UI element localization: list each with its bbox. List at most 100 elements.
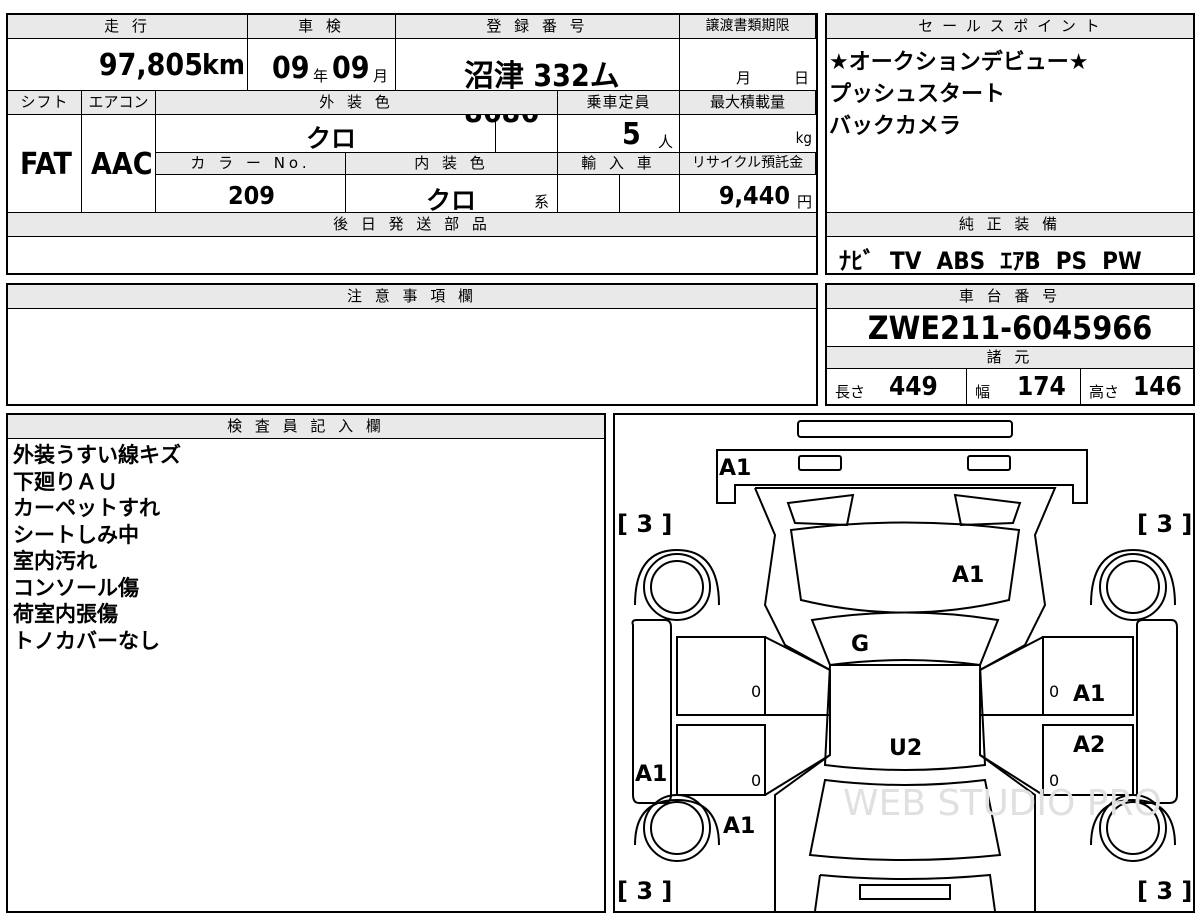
specs-header: 諸 元 [827, 347, 1193, 369]
exterior-color-header: 外 装 色 [156, 91, 558, 115]
inspector-note-item: コンソール傷 [13, 575, 139, 600]
spec-width-cell: 幅 174 [967, 369, 1081, 404]
inspector-note-item: カーペットすれ [13, 496, 160, 520]
inspector-notes-list: 外装うすい線キズ 下廻りＡＵ カーペットすれ シートしみ中 室内汚れ コンソール傷 荷室内張… [13, 442, 181, 654]
ac-header: エアコン [82, 91, 156, 115]
inspection-month-unit: 月 [373, 67, 389, 85]
color-no-header: カ ラ ー No. [156, 153, 346, 175]
inspector-header: 検 査 員 記 入 欄 [8, 415, 604, 439]
equipment-value: ﾅﾋﾞ TV ABS ｴｱB PS PW [839, 247, 1142, 275]
zero-left-rear: 0 [751, 771, 761, 790]
recycle-value: 9,440 [718, 181, 790, 210]
diagram-watermark: WEB STUDIO PRO [843, 783, 1162, 824]
inspector-note-item: 下廻りＡＵ [13, 469, 118, 494]
capacity-header: 乗車定員 [558, 91, 680, 115]
inspector-block: 検 査 員 記 入 欄 外装うすい線キズ 下廻りＡＵ カーペットすれ シートしみ中 室内… [6, 413, 606, 913]
equipment-body: ﾅﾋﾞ TV ABS ｴｱB PS PW [827, 237, 1193, 275]
capacity-unit: 人 [658, 133, 674, 151]
caution-header: 注 意 事 項 欄 [8, 285, 816, 309]
inspection-header: 車 検 [248, 15, 396, 39]
max-load-unit: kg [795, 129, 812, 147]
inspection-month: 09 [332, 51, 370, 86]
car-diagram-block: WEB STUDIO PRO [ 3 ] [ 3 ] [ 3 ] [ 3 ] A… [613, 413, 1195, 913]
mark-right-front-door: A1 [1073, 682, 1105, 707]
interior-color-suffix: 系 [534, 193, 550, 211]
interior-color-value: クロ [426, 186, 477, 215]
transfer-day-unit: 日 [794, 69, 810, 87]
tire-mark-rear-right: [ 3 ] [1137, 877, 1192, 905]
mileage-unit: km [202, 48, 245, 81]
spec-height-label: 高さ [1089, 383, 1120, 401]
inspection-year: 09 [272, 51, 310, 86]
mark-windshield: G [851, 632, 869, 657]
sales-point-item: バックカメラ [829, 114, 962, 139]
inspector-note-item: 荷室内張傷 [13, 602, 118, 626]
zero-right-front: 0 [1049, 682, 1059, 701]
chassis-header: 車 台 番 号 [827, 285, 1193, 309]
exterior-color-cell: クロ [156, 115, 496, 153]
inspector-note-item: 室内汚れ [13, 549, 97, 573]
recycle-cell: 9,440 円 [680, 175, 816, 213]
registration-header: 登 録 番 号 [396, 15, 680, 39]
transfer-docs-cell: 月 日 [680, 39, 816, 91]
tire-mark-front-right: [ 3 ] [1137, 510, 1192, 538]
mark-left-rear-bumper: A1 [723, 814, 755, 839]
car-diagram: WEB STUDIO PRO [ 3 ] [ 3 ] [ 3 ] [ 3 ] A… [617, 420, 1192, 911]
chassis-value: ZWE211-6045966 [867, 309, 1153, 347]
inspection-cell: 09 年 09 月 [248, 39, 396, 91]
max-load-cell: kg [680, 115, 816, 153]
chassis-value-row: ZWE211-6045966 [827, 309, 1193, 347]
registration-cell: 沼津 332ム8686 [396, 39, 680, 130]
exterior-color-extra-cell [496, 115, 558, 153]
spec-height-value: 146 [1133, 372, 1182, 402]
shift-value: FAT [20, 147, 72, 182]
ac-value: AAC [91, 147, 153, 182]
transfer-docs-header: 譲渡書類期限 [680, 15, 816, 39]
mark-front-bumper: A1 [719, 456, 751, 481]
interior-color-header: 内 装 色 [346, 153, 558, 175]
later-parts-content [8, 237, 816, 273]
inspection-year-unit: 年 [313, 67, 329, 85]
shift-cell: FAT [8, 115, 82, 213]
ac-cell: AAC [82, 115, 156, 213]
capacity-value: 5 [622, 117, 641, 152]
mileage-header: 走 行 [8, 15, 248, 39]
zero-right-rear: 0 [1049, 771, 1059, 790]
inspector-note-item: トノカバーなし [13, 628, 160, 653]
import-cell-b [620, 175, 680, 213]
later-parts-header: 後 日 発 送 部 品 [8, 213, 816, 237]
sales-points-header: セ ー ル ス ポ イ ン ト [827, 15, 1193, 39]
spec-width-value: 174 [1017, 372, 1066, 402]
spec-length-label: 長さ [835, 383, 866, 401]
mark-roof: U2 [889, 736, 922, 761]
sales-points-body: ★オークションデビュー★ プッシュスタート バックカメラ [827, 39, 1193, 213]
sales-points-list: ★オークションデビュー★ プッシュスタート バックカメラ [829, 47, 1088, 143]
zero-left-front: 0 [751, 682, 761, 701]
mileage-value: 97,805 [98, 48, 203, 83]
color-no-value: 209 [228, 181, 275, 210]
exterior-color-value: クロ [306, 124, 357, 153]
shift-header: シフト [8, 91, 82, 115]
transfer-month-unit: 月 [736, 69, 752, 87]
vehicle-info-block: 走 行 車 検 登 録 番 号 譲渡書類期限 97,805 km 09 年 09… [6, 13, 818, 275]
equipment-header: 純 正 装 備 [827, 213, 1193, 237]
sales-point-item: ★オークションデビュー★ [829, 50, 1089, 75]
inspector-note-item: シートしみ中 [13, 522, 139, 547]
interior-color-cell: クロ 系 [346, 175, 558, 215]
color-no-cell: 209 [156, 175, 346, 213]
caution-block: 注 意 事 項 欄 [6, 283, 818, 406]
mileage-cell: 97,805 km [8, 39, 248, 91]
max-load-header: 最大積載量 [680, 91, 816, 115]
mark-right-rear-door: A2 [1073, 733, 1105, 758]
import-header: 輸 入 車 [558, 153, 680, 175]
spec-height-cell: 高さ 146 [1081, 369, 1193, 404]
recycle-header: リサイクル預託金 [680, 153, 816, 175]
mark-left-rear-quarter: A1 [635, 762, 667, 787]
chassis-block: 車 台 番 号 ZWE211-6045966 諸 元 長さ 449 幅 174 … [825, 283, 1195, 406]
spec-width-label: 幅 [975, 383, 991, 401]
inspector-note-item: 外装うすい線キズ [13, 443, 181, 467]
spec-length-cell: 長さ 449 [827, 369, 967, 404]
sales-points-block: セ ー ル ス ポ イ ン ト ★オークションデビュー★ プッシュスタート バックカ… [825, 13, 1195, 275]
mark-hood: A1 [952, 563, 984, 588]
spec-length-value: 449 [889, 372, 938, 402]
